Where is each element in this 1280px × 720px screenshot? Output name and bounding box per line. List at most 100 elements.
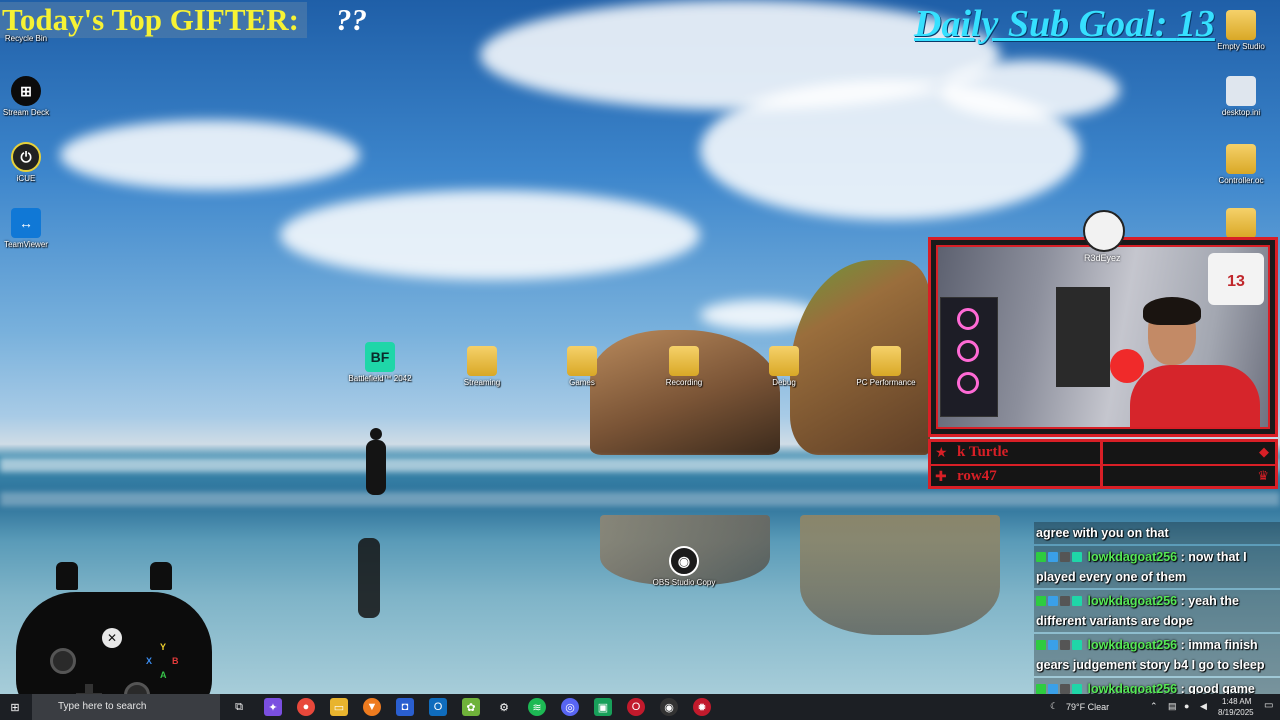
pc-fan: [957, 372, 979, 394]
desktop-icon-battlefield[interactable]: BF Battlefield™ 2042: [344, 342, 416, 384]
left-stick: [50, 648, 76, 674]
nvidia-app-icon[interactable]: ▣: [594, 698, 612, 716]
sub-badge-icon: [1072, 684, 1082, 694]
desktop-icon-stream-deck[interactable]: ⊞ Stream Deck: [0, 76, 62, 118]
streamer-body: [1130, 365, 1260, 427]
desktop-icon-label: Battlefield™ 2042: [348, 374, 412, 383]
desktop-icon-empty-studio[interactable]: Empty Studio: [1205, 10, 1277, 52]
desktop-icon-label: TeamViewer: [4, 240, 48, 249]
obs-icon: ◉: [669, 546, 699, 576]
kick-badge-icon: [1036, 596, 1046, 606]
sub-badge-icon: [1072, 552, 1082, 562]
stream-stats-panel: ★ k Turtle ◆ ✚ row47 ♛: [928, 439, 1278, 489]
prime-badge-icon: [1048, 552, 1058, 562]
store-icon[interactable]: ◘: [396, 698, 414, 716]
runner-silhouette: [366, 440, 386, 495]
desktop-icon-games[interactable]: Games: [546, 346, 618, 388]
desktop-icon-label: PC Performance: [856, 378, 916, 387]
microphone-icon[interactable]: ●: [1184, 701, 1189, 711]
desktop-icon-label: Streaming: [463, 378, 501, 387]
button-y: Y: [160, 642, 167, 652]
desktop-icon-controller[interactable]: Controller.oc: [1205, 144, 1277, 186]
trophy-icon: ♛: [1257, 468, 1269, 483]
left-trigger: [56, 562, 78, 590]
spotify-icon[interactable]: ≋: [528, 698, 546, 716]
folder-icon: [1226, 144, 1256, 174]
desktop-icon-streaming[interactable]: Streaming: [446, 346, 518, 388]
user-plus-icon: ✚: [935, 468, 947, 484]
taskbar-search-box[interactable]: Type here to search: [32, 694, 220, 720]
right-trigger: [150, 562, 172, 590]
desktop-icon-desktop-ini[interactable]: desktop.ini: [1205, 76, 1277, 118]
outlook-icon[interactable]: O: [429, 698, 447, 716]
chrome-icon[interactable]: ●: [297, 698, 315, 716]
desktop-icon-label: Games: [569, 378, 595, 387]
desktop-icon-label: OBS Studio Copy: [652, 578, 716, 587]
sub-badge-icon: [1072, 596, 1082, 606]
start-button[interactable]: ⊞: [6, 698, 24, 716]
search-placeholder: Type here to search: [58, 701, 147, 712]
chat-message: lowkdagoat256 : now that I played every …: [1034, 546, 1280, 588]
chat-message: lowkdagoat256 : imma finish gears judgem…: [1034, 634, 1280, 676]
webcam-panel: 13: [928, 237, 1278, 437]
stats-row-recent: ★ k Turtle ◆: [931, 442, 1275, 464]
sub-badge-icon: [1072, 640, 1082, 650]
prime-badge-icon: [1048, 596, 1058, 606]
desktop-icon-icue[interactable]: ⏻ iCUE: [0, 142, 62, 184]
chat-username: lowkdagoat256: [1087, 594, 1178, 608]
desktop-icon-recording[interactable]: Recording: [648, 346, 720, 388]
stats-row-follower: ✚ row47 ♛: [931, 464, 1275, 488]
chevron-up-icon[interactable]: ⌃: [1150, 701, 1158, 712]
app-icon[interactable]: ✿: [462, 698, 480, 716]
discord-icon[interactable]: ◎: [561, 698, 579, 716]
webcam-feed: 13: [936, 245, 1270, 429]
obs-taskbar-icon[interactable]: ◉: [660, 698, 678, 716]
streamer-app-icon[interactable]: ✹: [693, 698, 711, 716]
copilot-icon[interactable]: ✦: [264, 698, 282, 716]
microphone: [1110, 349, 1144, 383]
network-icon[interactable]: ▤: [1168, 701, 1177, 712]
battlefield-icon: BF: [365, 342, 395, 372]
desktop-icon-obs-studio[interactable]: ◉ OBS Studio Copy: [648, 546, 720, 588]
channel-name: R3dEyez: [1084, 253, 1121, 263]
cloud: [60, 120, 360, 190]
desktop-icon-pc-performance[interactable]: PC Performance: [850, 346, 922, 388]
prime-badge-icon: [1048, 684, 1058, 694]
brave-icon[interactable]: ▼: [363, 698, 381, 716]
desktop-icon-folder[interactable]: [1205, 208, 1277, 240]
mod-badge-icon: [1060, 552, 1070, 562]
file-explorer-icon[interactable]: ▭: [330, 698, 348, 716]
icue-icon: ⏻: [11, 142, 41, 172]
folder-icon: [1226, 208, 1256, 238]
desktop-icon-label: desktop.ini: [1221, 108, 1261, 117]
desktop-icon-label: Controller.oc: [1218, 176, 1264, 185]
weather-icon: ☾: [1050, 701, 1059, 711]
runner-reflection: [358, 538, 380, 618]
desktop-icon-debug[interactable]: Debug: [748, 346, 820, 388]
volume-icon[interactable]: ◀: [1200, 701, 1207, 712]
desktop-icon-teamviewer[interactable]: ↔ TeamViewer: [0, 208, 62, 250]
desktop-icon-label: Debug: [772, 378, 796, 387]
mod-badge-icon: [1060, 596, 1070, 606]
chat-username: lowkdagoat256: [1087, 638, 1178, 652]
system-tray: ☾ 79°F Clear ⌃ ▤ ● ◀ 1:48 AM 8/19/2025 ▭: [1050, 694, 1280, 720]
settings-gear-icon[interactable]: ⚙: [495, 698, 513, 716]
opera-icon[interactable]: O: [627, 698, 645, 716]
kick-badge-icon: [1036, 684, 1046, 694]
clock-time[interactable]: 1:48 AM: [1222, 697, 1251, 706]
task-view-icon[interactable]: ⧉: [230, 698, 248, 716]
star-icon: ★: [935, 444, 948, 460]
cloud: [280, 190, 700, 280]
xbox-icon: ✕: [102, 628, 122, 648]
top-gifter-value: ??: [336, 2, 367, 37]
desktop-icon-recycle-bin[interactable]: Recycle Bin: [0, 34, 62, 44]
notification-icon[interactable]: ▭: [1264, 700, 1273, 711]
channel-mascot-icon: [1083, 210, 1125, 252]
teamviewer-icon: ↔: [11, 208, 41, 238]
desktop-icon-label: Stream Deck: [2, 108, 50, 117]
clock-date[interactable]: 8/19/2025: [1218, 708, 1254, 717]
desktop-icon-label: Recycle Bin: [4, 34, 48, 43]
kick-badge-icon: [1036, 552, 1046, 562]
weather-text: 79°F Clear: [1066, 702, 1110, 712]
folder-icon: [669, 346, 699, 376]
